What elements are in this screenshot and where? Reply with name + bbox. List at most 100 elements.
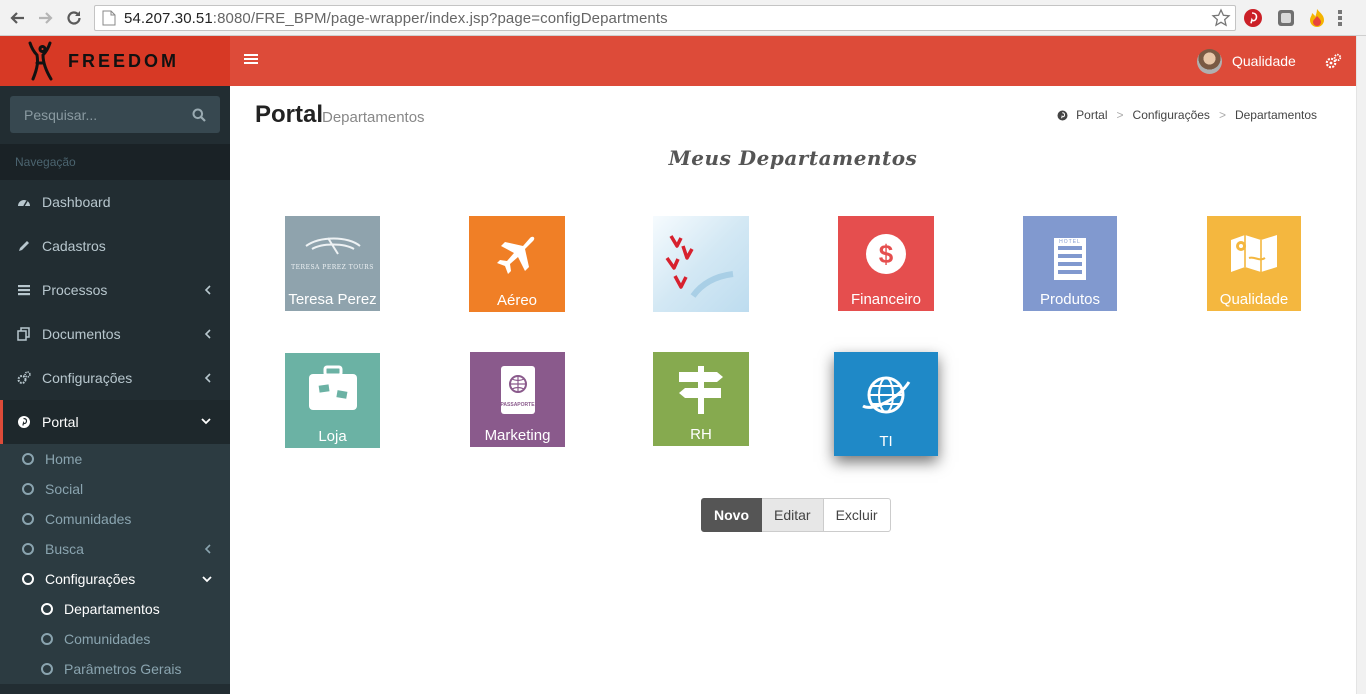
sidebar-menu: Dashboard Cadastros Processos Documentos… bbox=[0, 180, 230, 684]
breadcrumb-separator: > bbox=[1116, 108, 1124, 122]
tile-label: Loja bbox=[318, 428, 347, 445]
tile-label: Aéreo bbox=[496, 292, 538, 309]
fire-extension-icon[interactable] bbox=[1307, 8, 1327, 28]
forward-button[interactable] bbox=[34, 7, 56, 29]
sidebar-item-departamentos[interactable]: Departamentos bbox=[0, 594, 230, 624]
pencil-icon bbox=[19, 241, 29, 251]
chevron-down-icon bbox=[201, 418, 211, 425]
chevron-left-icon bbox=[204, 544, 211, 554]
department-tile-marketing[interactable]: PASSAPORTE Marketing bbox=[470, 352, 565, 447]
department-tile-rh[interactable]: RH bbox=[653, 352, 749, 446]
signpost-icon bbox=[679, 366, 723, 414]
sidebar-item-portal-configuracoes[interactable]: Configurações bbox=[0, 564, 230, 594]
section-title: Meus Departamentos bbox=[668, 146, 918, 170]
top-navbar: Qualidade bbox=[230, 36, 1356, 86]
sidebar-item-label: Dashboard bbox=[42, 194, 111, 210]
user-name[interactable]: Qualidade bbox=[1232, 53, 1296, 69]
browser-menu-button[interactable] bbox=[1338, 10, 1342, 26]
brand-logo[interactable]: FREEDOM bbox=[0, 36, 230, 86]
sidebar-item-config-comunidades[interactable]: Comunidades bbox=[0, 624, 230, 654]
bookmark-star-icon[interactable] bbox=[1211, 8, 1231, 28]
tile-label: RH bbox=[690, 426, 712, 443]
department-tile-qualidade[interactable]: Qualidade bbox=[1207, 216, 1301, 311]
search-icon[interactable] bbox=[192, 108, 206, 122]
extension-icon[interactable] bbox=[1276, 8, 1296, 28]
tile-label: Produtos bbox=[1039, 291, 1101, 308]
sidebar-item-comunidades[interactable]: Comunidades bbox=[0, 504, 230, 534]
department-tile-aereo[interactable]: Aéreo bbox=[469, 216, 565, 312]
user-avatar[interactable] bbox=[1197, 49, 1222, 74]
nav-header: Navegação bbox=[0, 144, 230, 180]
dashboard-icon bbox=[18, 200, 30, 207]
portal-submenu: Home Social Comunidades Busca Configuraç… bbox=[0, 444, 230, 684]
tile-label: Financeiro bbox=[850, 291, 922, 308]
list-icon bbox=[18, 285, 30, 296]
department-tile-birds[interactable] bbox=[653, 216, 749, 312]
department-tile-loja[interactable]: Loja bbox=[285, 353, 380, 448]
circle-icon bbox=[22, 513, 34, 525]
delete-button[interactable]: Excluir bbox=[823, 498, 891, 532]
new-button[interactable]: Novo bbox=[701, 498, 762, 532]
search-input[interactable] bbox=[10, 96, 185, 133]
sidebar-item-portal[interactable]: Portal bbox=[0, 400, 230, 444]
sidebar-item-parametros-gerais[interactable]: Parâmetros Gerais bbox=[0, 654, 230, 684]
sidebar-item-processos[interactable]: Processos bbox=[0, 268, 230, 312]
pinterest-icon bbox=[18, 416, 30, 428]
sub-item-label: Comunidades bbox=[64, 631, 151, 647]
sub-item-label: Social bbox=[45, 481, 84, 497]
arrow-right-icon bbox=[39, 12, 53, 24]
sub-item-label: Configurações bbox=[45, 571, 136, 587]
sub-item-label: Departamentos bbox=[64, 601, 160, 617]
address-bar[interactable]: 54.207.30.51:8080/FRE_BPM/page-wrapper/i… bbox=[94, 5, 1236, 31]
copy-icon bbox=[17, 327, 30, 341]
sidebar-item-label: Cadastros bbox=[42, 238, 106, 254]
breadcrumb-configuracoes[interactable]: Configurações bbox=[1133, 108, 1210, 122]
breadcrumb: Portal > Configurações > Departamentos bbox=[1057, 108, 1317, 122]
sidebar-item-label: Processos bbox=[42, 282, 108, 298]
map-pin-icon bbox=[1231, 235, 1277, 272]
chevron-left-icon bbox=[204, 329, 211, 339]
browser-toolbar: 54.207.30.51:8080/FRE_BPM/page-wrapper/i… bbox=[0, 0, 1366, 36]
page-title: Portal bbox=[255, 101, 324, 128]
department-tile-ti[interactable]: TI bbox=[834, 352, 938, 456]
sidebar-item-home[interactable]: Home bbox=[0, 444, 230, 474]
sub-item-label: Home bbox=[45, 451, 83, 467]
sidebar-item-dashboard[interactable]: Dashboard bbox=[0, 180, 230, 224]
sidebar-item-busca[interactable]: Busca bbox=[0, 534, 230, 564]
page-scrollbar[interactable] bbox=[1356, 36, 1366, 694]
chevron-left-icon bbox=[204, 373, 211, 383]
tile-label: TI bbox=[879, 433, 893, 450]
reload-button[interactable] bbox=[63, 7, 85, 29]
sidebar-item-cadastros[interactable]: Cadastros bbox=[0, 224, 230, 268]
breadcrumb-portal[interactable]: Portal bbox=[1076, 108, 1107, 122]
gears-icon[interactable] bbox=[1325, 53, 1342, 70]
passport-icon bbox=[500, 366, 535, 414]
sidebar-item-documentos[interactable]: Documentos bbox=[0, 312, 230, 356]
main-content: Portal Departamentos Portal > Configuraç… bbox=[230, 86, 1356, 694]
hotel-building-icon bbox=[1054, 238, 1086, 280]
sidebar: Navegação Dashboard Cadastros Processos … bbox=[0, 86, 230, 694]
sidebar-item-configuracoes[interactable]: Configurações bbox=[0, 356, 230, 400]
arrow-left-icon bbox=[10, 12, 24, 24]
circle-icon bbox=[22, 543, 34, 555]
tile-label: Teresa Perez bbox=[288, 291, 377, 308]
edit-button[interactable]: Editar bbox=[762, 498, 824, 532]
globe-icon bbox=[862, 376, 911, 414]
department-tile-financeiro[interactable]: $ Financeiro bbox=[838, 216, 934, 311]
suitcase-icon bbox=[308, 365, 357, 410]
circle-icon bbox=[22, 573, 34, 585]
sidebar-toggle-icon[interactable] bbox=[244, 52, 258, 70]
teresa-perez-logo-text: TERESA PEREZ TOURS bbox=[291, 264, 374, 271]
sidebar-item-label: Portal bbox=[42, 414, 79, 430]
pinterest-extension-icon[interactable] bbox=[1243, 8, 1263, 28]
department-tile-produtos[interactable]: HOTEL Produtos bbox=[1023, 216, 1117, 311]
sidebar-item-social[interactable]: Social bbox=[0, 474, 230, 504]
freedom-figure-icon bbox=[28, 41, 53, 81]
sidebar-search bbox=[10, 96, 220, 133]
department-tile-teresa-perez[interactable]: TERESA PEREZ TOURS Teresa Perez bbox=[285, 216, 380, 311]
chevron-left-icon bbox=[204, 285, 211, 295]
url-text: 54.207.30.51:8080/FRE_BPM/page-wrapper/i… bbox=[124, 9, 668, 27]
department-actions: Novo Editar Excluir bbox=[701, 498, 891, 532]
breadcrumb-departamentos: Departamentos bbox=[1234, 108, 1317, 122]
back-button[interactable] bbox=[7, 7, 29, 29]
